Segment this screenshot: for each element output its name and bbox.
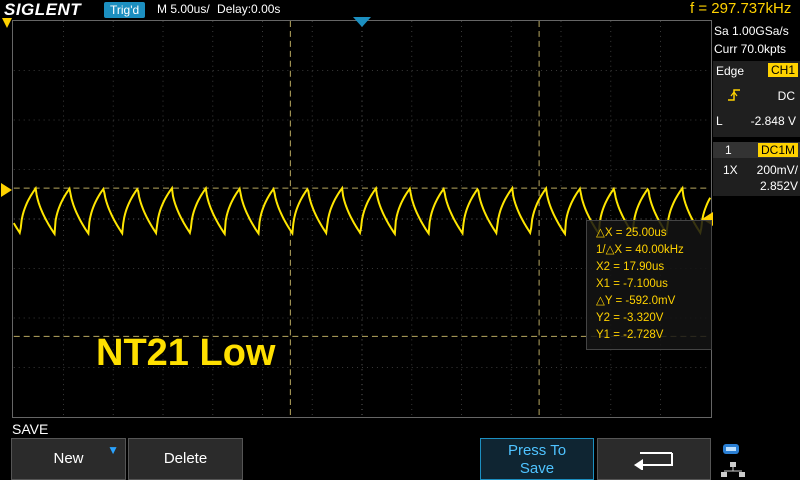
network-icon (721, 444, 745, 477)
vertical-offset: 2.852V (759, 179, 798, 193)
trigger-level-top-icon (2, 18, 12, 28)
frequency-readout: f = 297.737kHz (690, 0, 792, 17)
trigger-delay: Delay:0.00s (217, 2, 281, 16)
channel-coupling: DC1M (757, 143, 798, 157)
press-to-save-button[interactable]: Press To Save (480, 438, 594, 480)
chevron-down-icon: ▼ (107, 443, 119, 457)
trigger-level-value: -2.848 V (750, 114, 796, 128)
channel1-offset-marker-icon[interactable] (1, 183, 12, 197)
cursor-x2: X2 = 17.90us (596, 261, 665, 273)
probe-attenuation: 1X (723, 163, 738, 177)
cursor-measurements: △X = 25.00us 1/△X = 40.00kHz X2 = 17.90u… (586, 220, 712, 350)
cursor-y2: Y2 = -3.320V (596, 312, 664, 324)
trigger-position-marker-icon[interactable] (353, 17, 371, 29)
trigger-type: Edge (716, 64, 745, 78)
press-to-save-line2: Save (519, 460, 555, 477)
timebase-scale: M 5.00us/ (157, 2, 210, 16)
rising-edge-icon (728, 89, 740, 101)
cursor-y1: Y1 = -2.728V (596, 329, 664, 341)
delete-button[interactable]: Delete (128, 438, 243, 480)
trigger-source: CH1 (767, 63, 798, 77)
delete-button-label: Delete (163, 450, 208, 467)
channel-number: 1 (725, 143, 732, 157)
trigger-status-badge: Trig'd (104, 2, 146, 18)
cursor-delta-y: △Y = -592.0mV (596, 295, 676, 307)
channel1-panel[interactable]: 1 DC1M 1X 200mV/ 2.852V (713, 142, 800, 196)
brand-logo: SIGLENT (4, 0, 82, 19)
back-button[interactable] (597, 438, 711, 480)
trigger-coupling: DC (777, 89, 795, 103)
trigger-panel[interactable]: Edge CH1 DC L -2.848 V (713, 61, 800, 137)
new-button[interactable]: New ▼ (11, 438, 126, 480)
sample-rate: Sa 1.00GSa/s (714, 24, 789, 38)
vertical-scale: 200mV/ (756, 163, 798, 177)
cursor-delta-x: △X = 25.00us (596, 227, 667, 239)
trigger-level-label: L (716, 114, 723, 128)
menu-title: SAVE (12, 421, 49, 437)
memory-depth: Curr 70.0kpts (714, 42, 787, 56)
cursor-x1: X1 = -7.100us (596, 278, 668, 290)
cursor-inverse-delta-x: 1/△X = 40.00kHz (596, 244, 684, 256)
new-button-label: New (53, 450, 84, 467)
return-arrow-icon (634, 452, 673, 470)
acquisition-info: Sa 1.00GSa/s Curr 70.0kpts (714, 22, 800, 58)
timebase-readout[interactable]: M 5.00us/ Delay:0.00s (157, 2, 280, 16)
press-to-save-line1: Press To (507, 442, 567, 459)
overlay-label: NT21 Low (96, 332, 276, 374)
